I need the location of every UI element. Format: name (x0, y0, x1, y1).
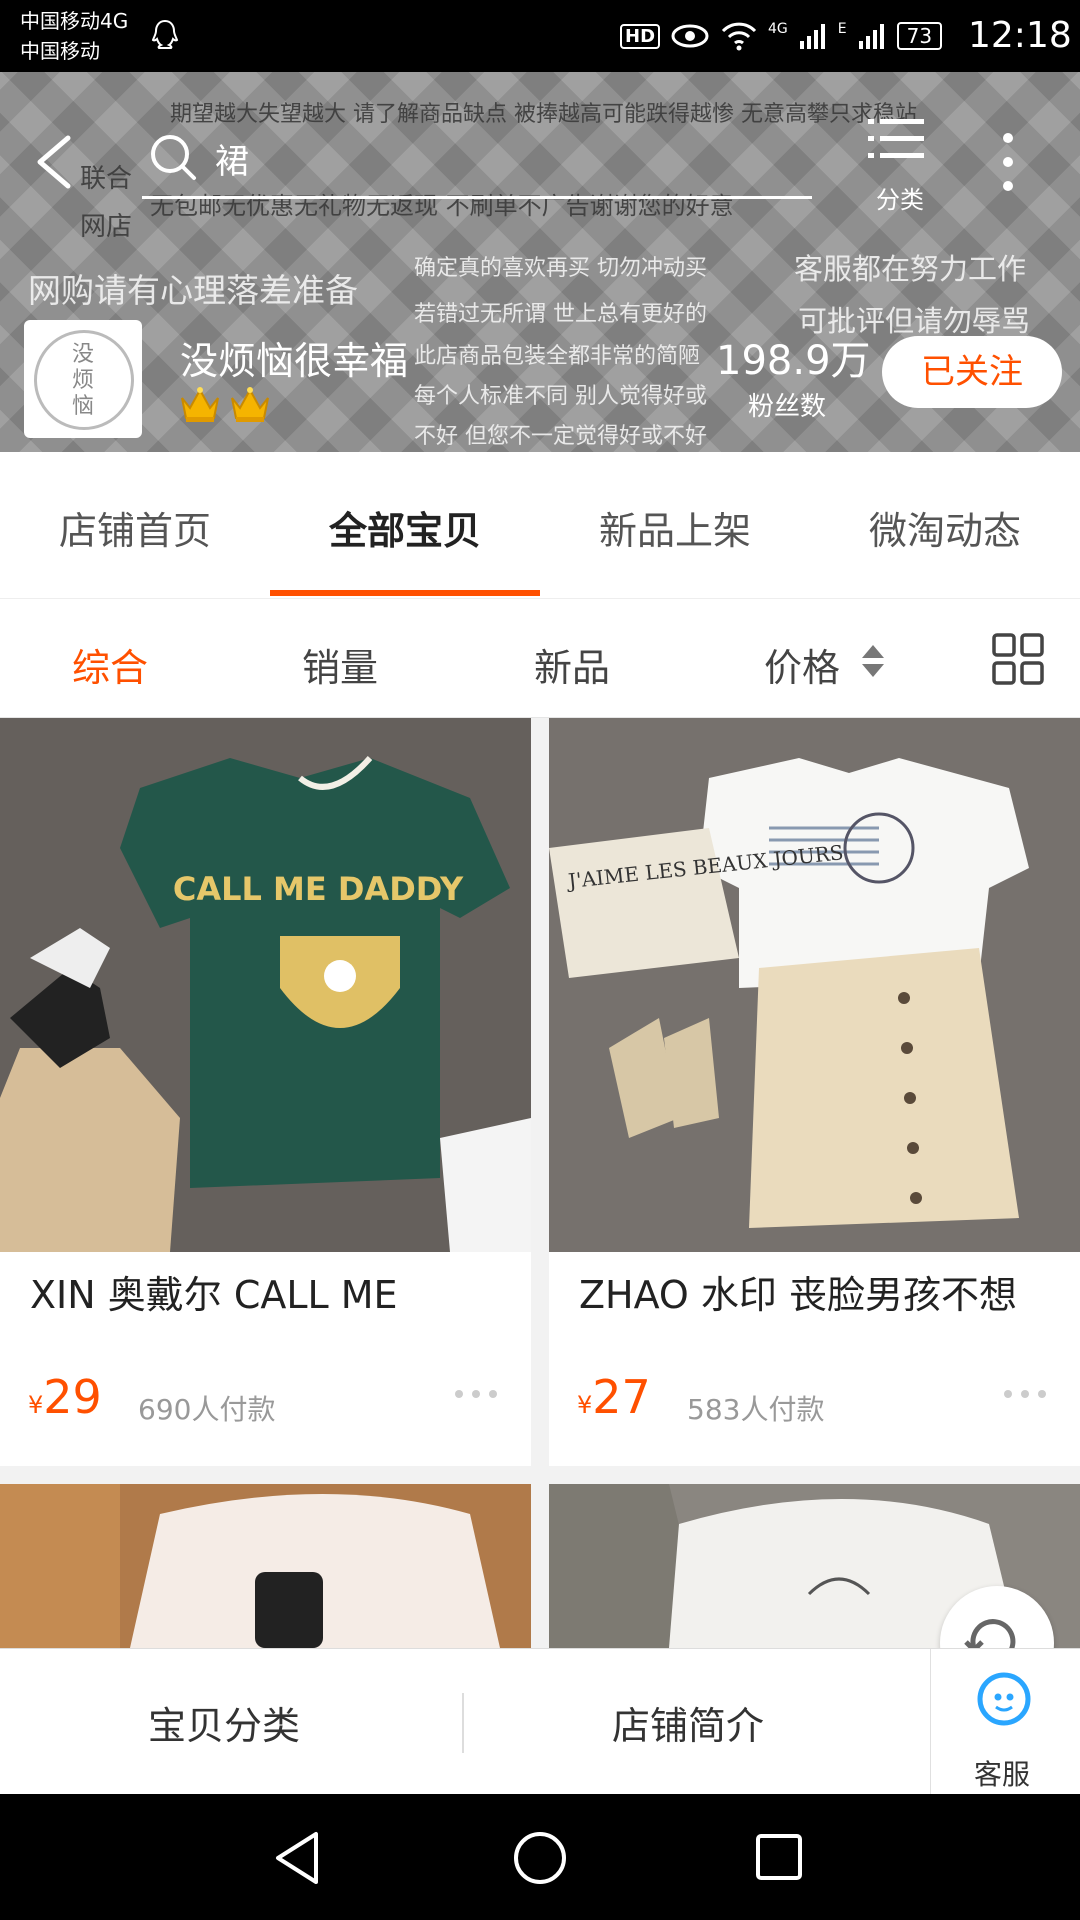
more-dots-icon[interactable] (453, 1388, 499, 1400)
product-print-text: CALL ME DADDY (173, 870, 464, 908)
divider (930, 1649, 931, 1795)
grid-view-icon[interactable] (992, 633, 1044, 685)
product-image[interactable]: CALL ME DADDY (0, 718, 531, 1252)
qq-notification-icon (151, 19, 179, 49)
nav-recents-icon[interactable] (754, 1832, 804, 1882)
system-nav-bar (0, 1794, 1080, 1920)
category-list-icon[interactable] (868, 117, 924, 161)
search-icon[interactable] (148, 132, 198, 182)
shop-logo-char: 没 (71, 342, 94, 367)
search-input[interactable]: 裙 (215, 134, 249, 183)
fans-count: 198.9万 (716, 338, 871, 384)
price-value: 27 (592, 1370, 651, 1424)
shop-intro-button[interactable]: 店铺简介 (612, 1695, 764, 1750)
banner-notice-text: 客服都在努力工作 (794, 252, 1027, 286)
product-image[interactable] (0, 1484, 531, 1648)
wifi-icon (721, 22, 757, 51)
nav-home-icon[interactable] (512, 1830, 568, 1886)
banner-notice-text: 网店 (80, 212, 133, 242)
product-title[interactable]: ZHAO 水印 丧脸男孩不想 (579, 1264, 1017, 1319)
more-dots-icon[interactable] (1002, 1388, 1048, 1400)
customer-service-icon[interactable] (976, 1671, 1032, 1727)
sort-arrows-icon[interactable] (860, 643, 886, 679)
banner-notice-text: 若错过无所谓 世上总有更好的 (414, 302, 707, 327)
tab-all-items[interactable]: 全部宝贝 (270, 500, 540, 555)
product-card[interactable]: J'AIME LES BEAUX JOURS ZHAO 水印 丧脸男孩不想 ¥2… (549, 718, 1080, 1466)
currency-symbol: ¥ (577, 1391, 593, 1419)
eye-icon (671, 24, 709, 48)
crown-icon (181, 387, 219, 422)
product-image[interactable]: J'AIME LES BEAUX JOURS (549, 718, 1080, 1252)
seller-rank-crowns (178, 384, 272, 424)
clock: 12:18 (968, 15, 1072, 56)
product-card[interactable] (0, 1484, 531, 1648)
product-price: ¥27 (577, 1370, 651, 1424)
signal-icon (858, 24, 884, 49)
crown-icon (231, 387, 269, 422)
tab-weitao-feed[interactable]: 微淘动态 (810, 500, 1080, 555)
price-value: 29 (43, 1370, 102, 1424)
customer-service-label[interactable]: 客服 (974, 1753, 1030, 1793)
currency-symbol: ¥ (28, 1391, 44, 1419)
category-label[interactable]: 分类 (876, 180, 924, 215)
shop-tabs: 店铺首页 全部宝贝 新品上架 微淘动态 (0, 452, 1080, 598)
carrier-label: 中国移动 (20, 39, 100, 63)
carrier-label: 中国移动4G (20, 9, 129, 33)
shop-logo-char: 烦 (71, 368, 94, 393)
divider (462, 1693, 464, 1753)
status-bar: 中国移动4G 中国移动 HD 4G E 73 12:18 (0, 0, 1080, 72)
sort-price[interactable]: 价格 (764, 637, 840, 692)
banner-notice-text: 确定真的喜欢再买 切勿冲动买 (414, 256, 707, 281)
item-category-button[interactable]: 宝贝分类 (148, 1695, 300, 1750)
hd-icon: HD (620, 23, 661, 49)
paid-count: 583人付款 (687, 1393, 825, 1426)
battery-icon: 73 (896, 22, 943, 50)
shop-logo[interactable]: 没 烦 恼 (24, 320, 142, 438)
follow-button[interactable]: 已关注 (882, 336, 1062, 408)
product-title[interactable]: XIN 奥戴尔 CALL ME (30, 1264, 398, 1319)
sort-bar: 综合 销量 新品 价格 (0, 598, 1080, 718)
banner-notice-text: 期望越大失望越大 请了解商品缺点 被捧越高可能跌得越惨 无意高攀只求稳站 (170, 102, 917, 127)
network-4g-label: 4G (768, 21, 788, 37)
paid-count: 690人付款 (138, 1393, 276, 1426)
product-card[interactable]: CALL ME DADDY XIN 奥戴尔 CALL ME ¥29 690人付款 (0, 718, 531, 1466)
more-vertical-icon[interactable] (998, 130, 1018, 194)
banner-notice-text: 网购请有心理落差准备 (28, 271, 358, 310)
shop-header: 期望越大失望越大 请了解商品缺点 被捧越高可能跌得越惨 无意高攀只求稳站 联合 … (0, 72, 1080, 452)
banner-notice-text: 无包邮无优惠无礼物无返现 不刷单不广告谢谢您的好意 (150, 192, 734, 220)
banner-notice-text: 此店商品包装全都非常的简陋 (414, 344, 701, 369)
shop-logo-char: 恼 (71, 394, 94, 419)
sort-sales[interactable]: 销量 (302, 637, 378, 692)
banner-notice-text: 不好 但您不一定觉得好或不好 (414, 424, 707, 449)
tab-active-indicator (270, 590, 540, 596)
sort-newest[interactable]: 新品 (534, 637, 610, 692)
tab-shop-home[interactable]: 店铺首页 (0, 500, 270, 555)
back-arrow-icon[interactable] (30, 132, 80, 192)
shop-name: 没烦恼很幸福 (180, 339, 409, 383)
product-price: ¥29 (28, 1370, 102, 1424)
nav-back-icon[interactable] (272, 1830, 322, 1886)
fans-label: 粉丝数 (748, 392, 827, 422)
shop-bottom-bar: 宝贝分类 店铺简介 客服 (0, 1648, 1080, 1795)
tab-new-arrivals[interactable]: 新品上架 (540, 500, 810, 555)
search-underline (142, 196, 812, 199)
signal-icon (799, 24, 825, 49)
network-e-label: E (837, 21, 847, 37)
status-icons: HD 4G E 73 (620, 16, 943, 56)
banner-notice-text: 每个人标准不同 别人觉得好或 (414, 384, 707, 409)
sort-comprehensive[interactable]: 综合 (72, 637, 148, 692)
banner-notice-text: 联合 (80, 164, 133, 194)
